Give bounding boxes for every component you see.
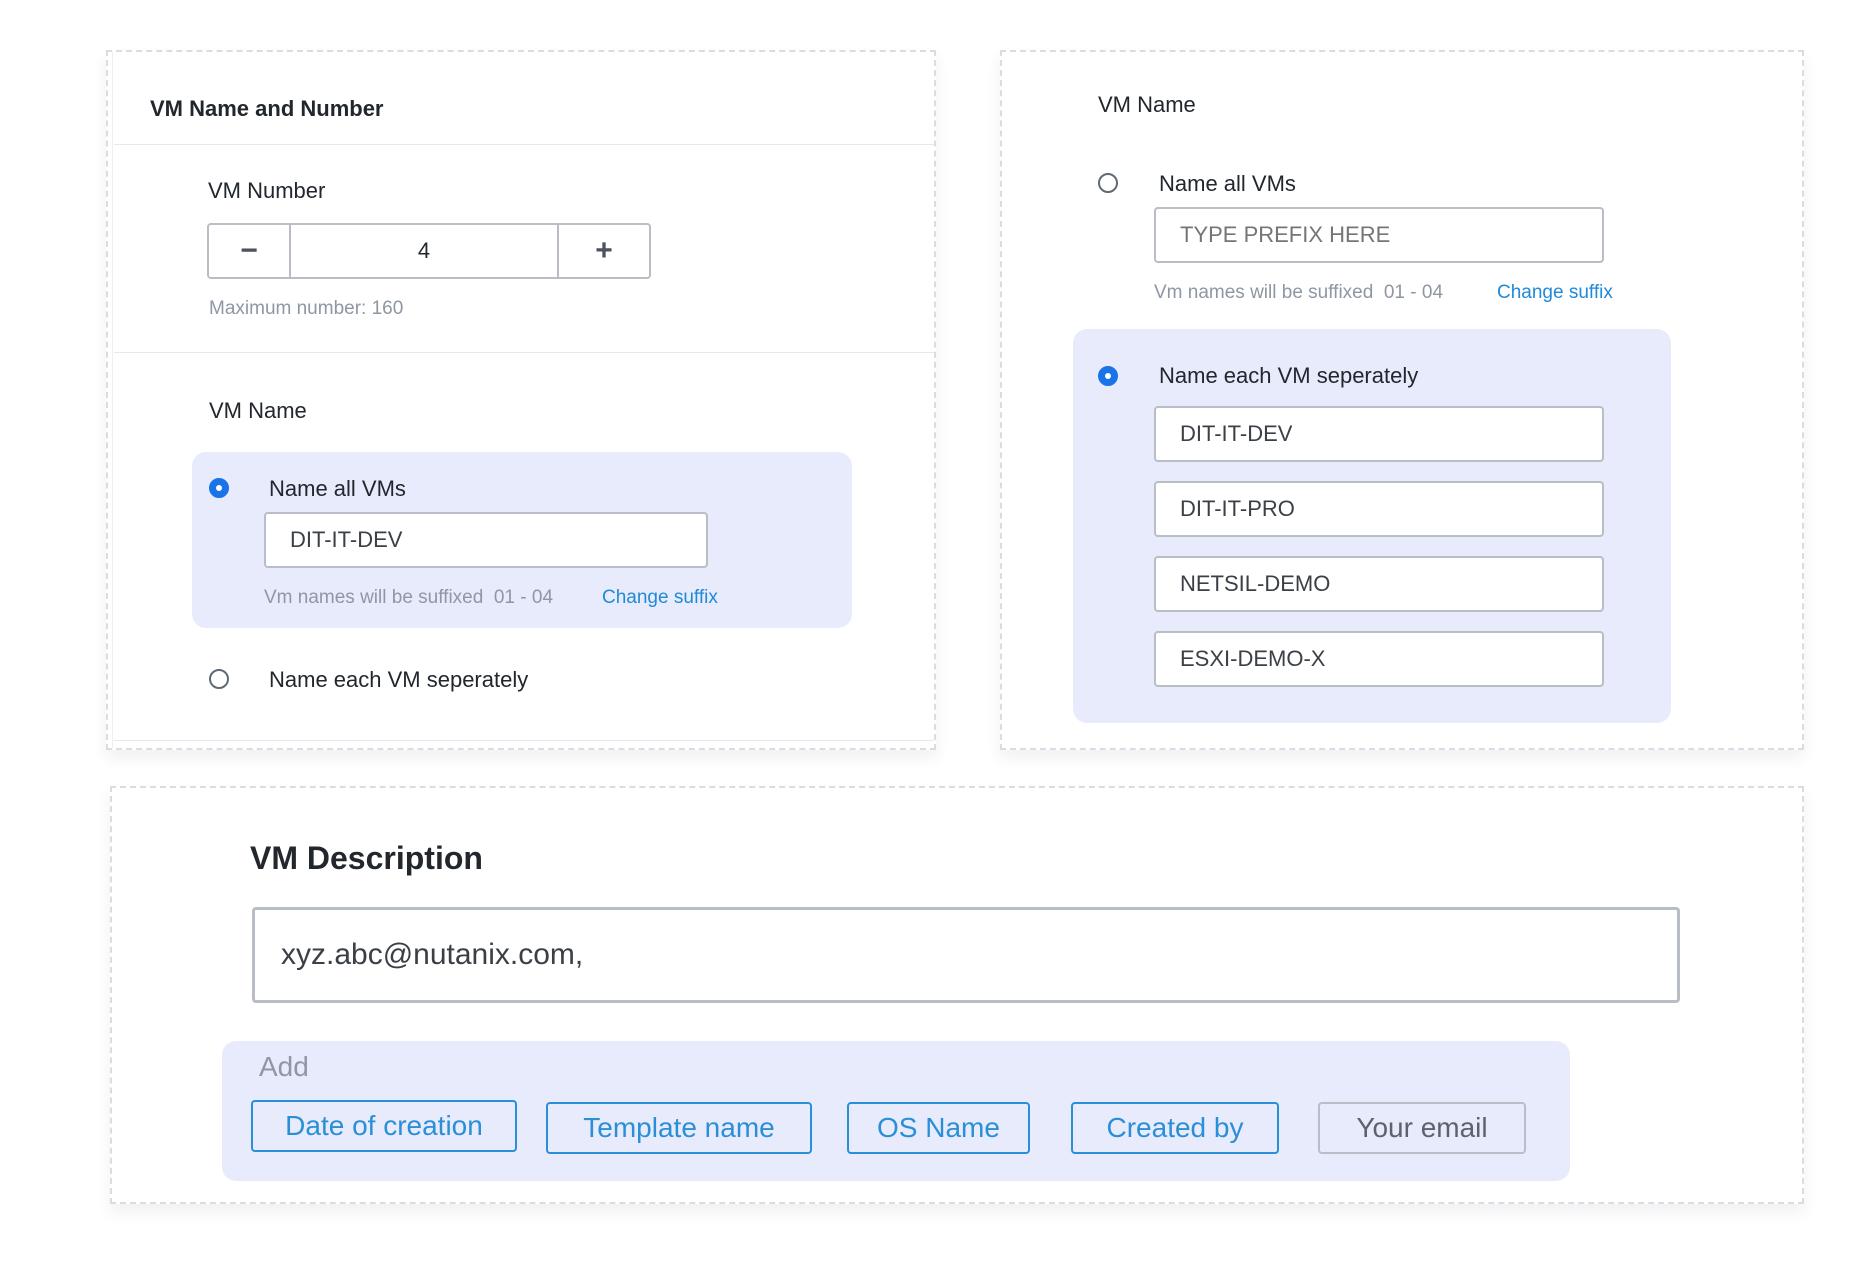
vm-name-field-2[interactable]: DIT-IT-PRO — [1154, 481, 1604, 537]
left-edge-line — [112, 52, 113, 748]
vm-name-field-1[interactable]: DIT-IT-DEV — [1154, 406, 1604, 462]
change-suffix-link[interactable]: Change suffix — [602, 587, 718, 609]
header-divider — [114, 144, 934, 145]
section-divider — [114, 352, 934, 353]
chip-your-email[interactable]: Your email — [1318, 1102, 1526, 1154]
option-name-all-label[interactable]: Name all VMs — [1159, 171, 1296, 197]
increment-button[interactable]: + — [557, 225, 649, 277]
chip-template-name[interactable]: Template name — [546, 1102, 812, 1154]
vm-name-field-3[interactable]: NETSIL-DEMO — [1154, 556, 1604, 612]
radio-selected-icon[interactable] — [209, 478, 229, 498]
max-number-hint: Maximum number: 160 — [209, 298, 404, 319]
plus-icon: + — [595, 234, 613, 267]
suffix-hint: Vm names will be suffixed 01 - 04 — [264, 587, 554, 608]
suffix-hint: Vm names will be suffixed 01 - 04 — [1154, 282, 1444, 303]
decrement-button[interactable]: − — [209, 225, 291, 277]
option-name-each-label[interactable]: Name each VM seperately — [1159, 363, 1418, 389]
panel-title: VM Name — [1098, 92, 1196, 117]
minus-icon: − — [240, 234, 258, 267]
panel-title: VM Name and Number — [150, 96, 384, 121]
option-name-each-label[interactable]: Name each VM seperately — [269, 667, 528, 693]
footer-divider — [114, 740, 934, 741]
quantity-stepper: − 4 + — [207, 223, 651, 279]
vm-number-label: VM Number — [208, 178, 326, 203]
chip-os-name[interactable]: OS Name — [847, 1102, 1030, 1154]
chip-created-by[interactable]: Created by — [1071, 1102, 1279, 1154]
chip-date-of-creation[interactable]: Date of creation — [251, 1100, 517, 1152]
change-suffix-link[interactable]: Change suffix — [1497, 282, 1613, 304]
radio-unselected-icon[interactable] — [1098, 173, 1118, 193]
vm-name-field[interactable]: DIT-IT-DEV — [264, 512, 708, 568]
option-name-all-label[interactable]: Name all VMs — [269, 476, 406, 502]
prefix-input[interactable] — [1154, 207, 1604, 263]
vm-number-input[interactable]: 4 — [291, 225, 557, 277]
vm-name-label: VM Name — [209, 398, 307, 423]
panel-title: VM Description — [250, 840, 483, 876]
description-input[interactable]: xyz.abc@nutanix.com, — [252, 907, 1680, 1003]
vm-name-field-4[interactable]: ESXI-DEMO-X — [1154, 631, 1604, 687]
radio-selected-icon[interactable] — [1098, 366, 1118, 386]
add-label: Add — [259, 1051, 309, 1082]
radio-unselected-icon[interactable] — [209, 669, 229, 689]
